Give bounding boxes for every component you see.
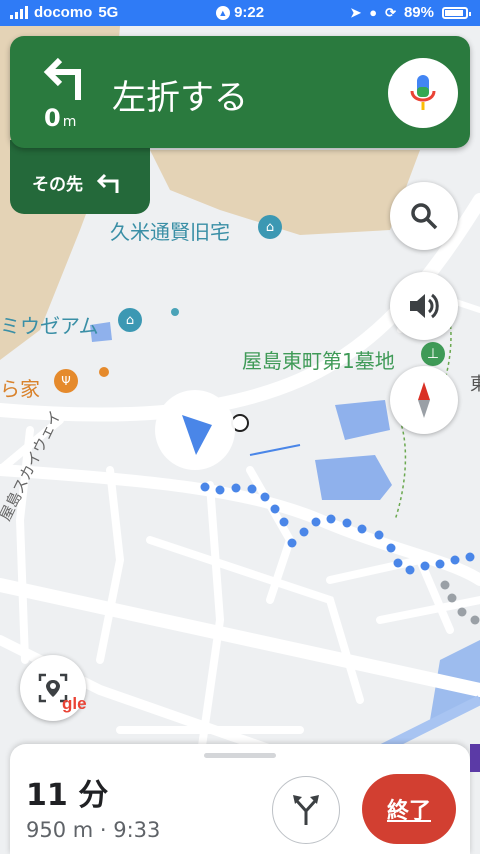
clock-label: 9:22 <box>234 4 265 21</box>
search-icon <box>411 203 438 230</box>
search-button[interactable] <box>390 182 458 250</box>
trip-summary-sheet[interactable]: 11 分 950 m · 9:33 終了 <box>10 744 470 854</box>
edge-label: 東 <box>470 374 480 395</box>
end-navigation-button[interactable]: 終了 <box>362 774 456 844</box>
instruction-text: 左折する <box>112 78 248 118</box>
cemetery-label[interactable]: 屋島東町第1墓地 <box>242 345 395 374</box>
poi-label[interactable]: ら家 <box>0 373 40 402</box>
rotation-lock-icon: ⟳ <box>385 4 396 20</box>
trip-details: 950 m · 9:33 <box>26 818 161 842</box>
google-logo: gle <box>62 694 87 713</box>
compass-button[interactable] <box>390 366 458 434</box>
sound-button[interactable] <box>390 272 458 340</box>
compass-icon <box>418 382 430 418</box>
poi-icon: ⌂ <box>118 308 142 332</box>
alternate-routes-icon <box>293 795 319 825</box>
current-location-icon <box>155 390 235 470</box>
location-arrow-icon: ➤ <box>350 4 362 20</box>
drag-handle[interactable] <box>204 753 276 758</box>
next-step-card[interactable]: その先 <box>10 140 150 214</box>
status-bar: docomo 5G ▲ 9:22 ➤ ● ⟳ 89% <box>0 0 480 26</box>
turn-left-icon <box>43 57 81 100</box>
poi-icon: ⌂ <box>258 215 282 239</box>
end-label: 終了 <box>386 799 431 824</box>
alternate-routes-button[interactable] <box>272 776 340 844</box>
navigation-arrow-icon: ▲ <box>215 6 230 20</box>
distance-unit: m <box>62 114 77 130</box>
poi-label[interactable]: ミウゼアム <box>0 310 99 339</box>
poi-label[interactable]: 久米通賢旧宅 <box>110 216 230 245</box>
voice-search-button[interactable] <box>388 58 458 128</box>
volume-icon <box>410 293 439 319</box>
restaurant-icon: Ψ <box>54 369 78 393</box>
purple-edge-marker <box>470 744 480 772</box>
distance-value: 0 <box>44 104 61 132</box>
turn-instruction-card[interactable]: 0m 左折する <box>10 36 470 148</box>
cemetery-icon: ⊥ <box>421 342 445 366</box>
trip-duration: 11 分 <box>26 778 109 813</box>
mic-status-icon: ● <box>369 5 378 20</box>
battery-percent: 89% <box>403 4 434 21</box>
then-label: その先 <box>32 175 83 195</box>
battery-icon <box>442 6 471 19</box>
turn-left-small-icon <box>96 173 119 193</box>
mic-icon <box>410 75 436 110</box>
